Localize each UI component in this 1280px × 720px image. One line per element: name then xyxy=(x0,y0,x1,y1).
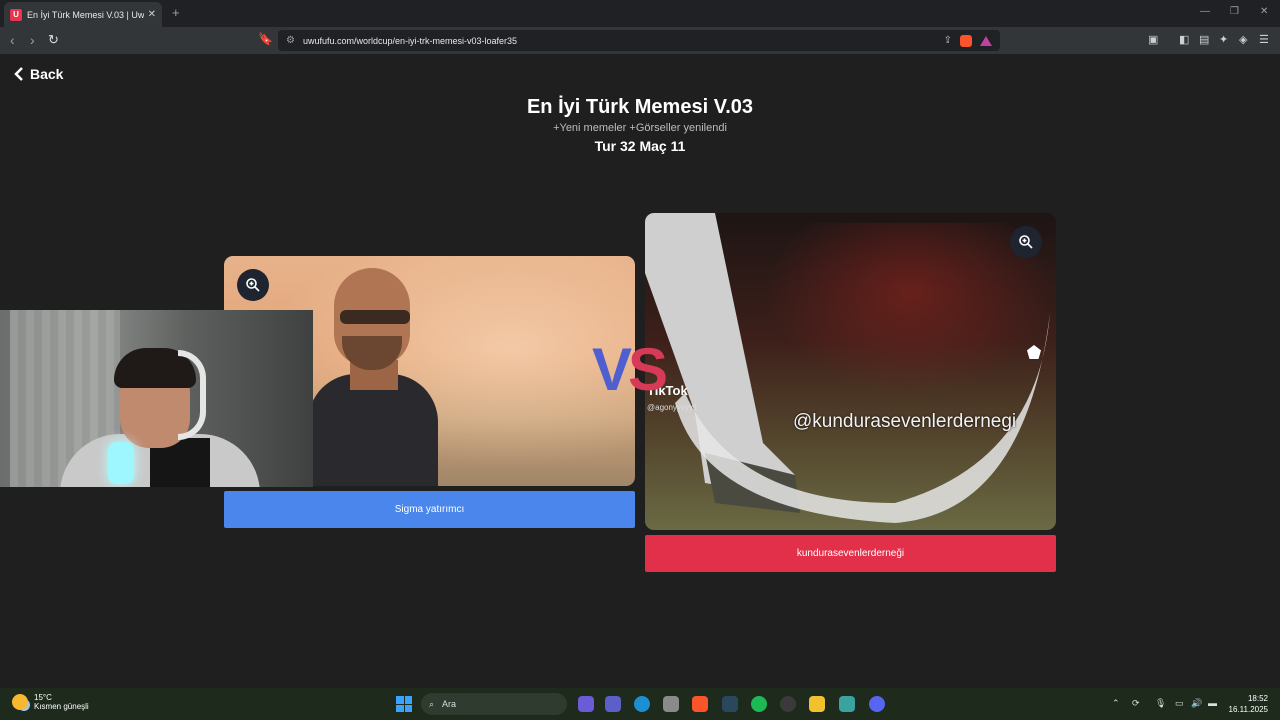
right-zoom-button[interactable] xyxy=(1010,226,1042,258)
vs-v: V xyxy=(592,336,632,403)
left-zoom-button[interactable] xyxy=(237,269,269,301)
back-label: Back xyxy=(30,66,64,82)
image-watermark: @kundurasevenlerdernegi xyxy=(793,411,1017,432)
share-icon[interactable]: ⇪ xyxy=(944,35,952,46)
sidebar-icon[interactable]: ◧ xyxy=(1179,33,1189,46)
search-icon: ⌕ xyxy=(429,698,435,709)
vs-label: VS xyxy=(592,335,668,405)
forward-nav-icon[interactable]: › xyxy=(30,32,35,48)
zoom-in-icon xyxy=(1019,235,1033,249)
webcam-overlay xyxy=(0,310,313,487)
github-desktop-icon[interactable] xyxy=(780,696,796,712)
vpn-icon[interactable]: ◈ xyxy=(1239,33,1247,46)
file-explorer-icon[interactable] xyxy=(809,696,825,712)
edge-icon[interactable] xyxy=(634,696,650,712)
right-option-button[interactable]: kundurasevenlerderneği xyxy=(645,535,1056,572)
teams-icon[interactable] xyxy=(605,696,621,712)
zoom-in-icon xyxy=(246,278,260,292)
calculator-icon[interactable] xyxy=(663,696,679,712)
right-option-image[interactable]: TikTok @agonyyyyy1 @kundurasevenlerderne… xyxy=(645,213,1056,530)
image-blade xyxy=(675,313,1050,523)
copilot-icon[interactable] xyxy=(578,696,594,712)
windows-icon[interactable] xyxy=(396,696,412,712)
tab-bar: U En İyi Türk Memesi V.03 | UwUFu ✕ + — … xyxy=(0,0,1280,27)
wallet-icon[interactable]: ▤ xyxy=(1199,33,1209,46)
back-chevron-icon xyxy=(14,67,23,81)
back-button[interactable]: Back xyxy=(14,66,63,82)
brave-rewards-icon[interactable] xyxy=(980,35,992,46)
clock-date: 16.11.2025 xyxy=(1228,705,1268,714)
leo-ai-icon[interactable]: ✦ xyxy=(1219,33,1228,46)
search-placeholder: Ara xyxy=(442,699,457,709)
network-icon[interactable]: ▭ xyxy=(1175,698,1184,709)
tab-search-icon[interactable]: ▣ xyxy=(1148,33,1158,46)
discord-icon[interactable] xyxy=(869,696,885,712)
new-tab-icon[interactable]: + xyxy=(172,5,180,20)
steam-icon[interactable] xyxy=(722,696,738,712)
round-indicator: Tur 32 Maç 11 xyxy=(594,138,686,154)
weather-desc: Kısmen güneşli xyxy=(34,702,89,711)
browser-tab[interactable]: U En İyi Türk Memesi V.03 | UwUFu ✕ xyxy=(4,2,162,27)
menu-icon[interactable]: ☰ xyxy=(1259,33,1269,46)
weather-widget[interactable]: 15°C Kısmen güneşli xyxy=(12,693,89,711)
taskbar: 15°C Kısmen güneşli ⌕ Ara ⌃ ⟳ 🎙 ▭ 🔊 ▬ 18… xyxy=(0,688,1280,720)
battery-icon[interactable]: ▬ xyxy=(1208,698,1217,708)
brave-shields-icon[interactable] xyxy=(960,34,972,47)
mic-icon[interactable]: 🎙 xyxy=(1155,698,1166,709)
clock-time: 18:52 xyxy=(1247,694,1268,703)
weather-temp: 15°C xyxy=(34,693,52,702)
tray-overflow-icon[interactable]: ⌃ xyxy=(1112,698,1120,709)
spotify-icon[interactable] xyxy=(751,696,767,712)
taskbar-clock[interactable]: 18:52 16.11.2025 xyxy=(1228,693,1268,715)
close-tab-icon[interactable]: ✕ xyxy=(148,9,156,20)
site-info-icon[interactable]: ⚙ xyxy=(286,35,295,46)
volume-icon[interactable]: 🔊 xyxy=(1191,698,1202,709)
reload-icon[interactable]: ↻ xyxy=(48,32,59,48)
webcam-headphones xyxy=(178,350,206,440)
url-text: uwufufu.com/worldcup/en-iyi-trk-memesi-v… xyxy=(302,35,518,46)
back-nav-icon[interactable]: ‹ xyxy=(10,32,15,48)
app-icon[interactable] xyxy=(839,696,855,712)
close-window-icon[interactable]: ✕ xyxy=(1260,6,1268,17)
image-figure-sunglasses xyxy=(340,310,410,324)
tab-title: En İyi Türk Memesi V.03 | UwUFu xyxy=(27,9,144,20)
bookmark-icon[interactable]: 🔖 xyxy=(258,32,273,46)
sync-icon[interactable]: ⟳ xyxy=(1132,698,1140,709)
page-title: En İyi Türk Memesi V.03 xyxy=(526,96,754,118)
webcam-microphone xyxy=(108,442,134,484)
minimize-icon[interactable]: — xyxy=(1200,6,1210,17)
page-subtitle: +Yeni memeler +Görseller yenilendi xyxy=(553,122,727,134)
vs-s: S xyxy=(628,336,668,403)
browser-toolbar: ‹ › ↻ 🔖 ⚙ uwufufu.com/worldcup/en-iyi-tr… xyxy=(0,27,1280,54)
restore-icon[interactable]: ❐ xyxy=(1230,6,1239,17)
brave-browser-icon[interactable] xyxy=(692,696,708,712)
favicon-icon: U xyxy=(10,8,22,21)
taskbar-search[interactable]: ⌕ Ara xyxy=(421,693,567,715)
left-option-button[interactable]: Sigma yatırımcı xyxy=(224,491,635,528)
address-bar[interactable]: ⚙ uwufufu.com/worldcup/en-iyi-trk-memesi… xyxy=(278,30,1000,51)
image-figure-shirt xyxy=(308,374,438,486)
weather-icon xyxy=(12,694,28,710)
